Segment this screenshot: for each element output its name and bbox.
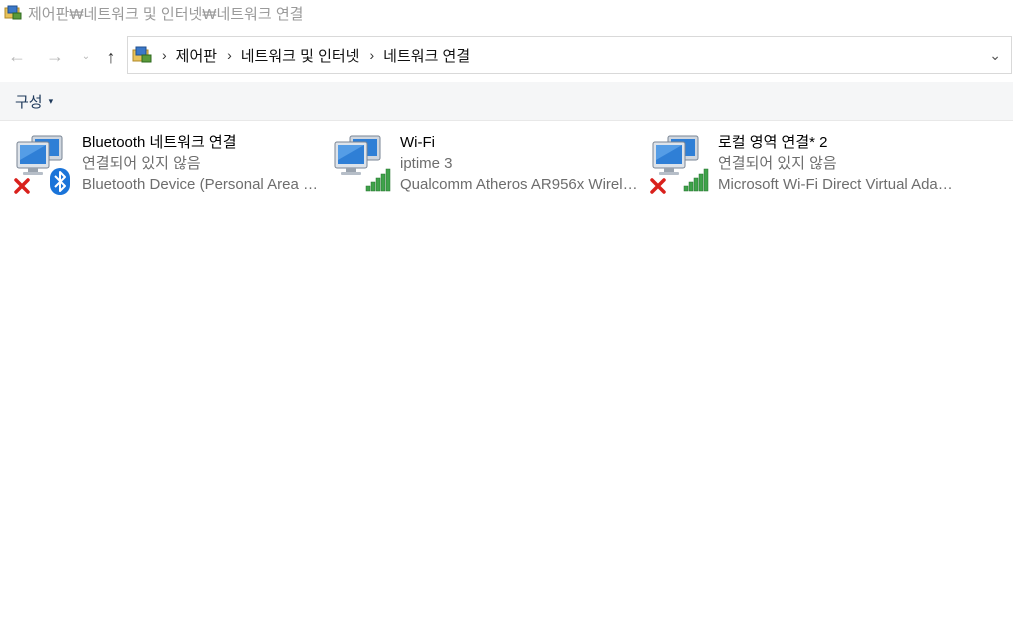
window-title: 제어판₩네트워크 및 인터넷₩네트워크 연결 (28, 5, 304, 23)
navigation-bar: ← → ⌄ ↑ › 제어판 › 네트워크 및 인터넷 › 네트워크 연결 ⌄ (0, 36, 1013, 76)
back-arrow-icon: ← (8, 45, 26, 66)
breadcrumb-separator: › (162, 47, 167, 63)
chevron-down-icon: ⌄ (989, 47, 1001, 63)
organize-menu-button[interactable]: 구성 ▾ (15, 91, 53, 112)
command-bar: 구성 ▾ (0, 82, 1013, 121)
connection-device: Qualcomm Atheros AR956x Wireless Network… (400, 176, 638, 193)
connection-status: 연결되어 있지 않음 (82, 155, 201, 172)
up-arrow-icon: ↑ (106, 46, 116, 67)
bluetooth-icon (50, 168, 70, 195)
signal-strength-icon (683, 168, 709, 192)
connection-name: 로컬 영역 연결* 2 (718, 134, 828, 151)
forward-button[interactable]: → (40, 38, 70, 74)
connection-item-wifi[interactable]: Wi-Fi iptime 3 Qualcomm Atheros AR956x W… (318, 128, 638, 198)
address-bar[interactable]: › 제어판 › 네트워크 및 인터넷 › 네트워크 연결 ⌄ (127, 36, 1012, 74)
breadcrumb-network-and-internet[interactable]: 네트워크 및 인터넷 (241, 45, 360, 66)
connection-status: 연결되어 있지 않음 (718, 155, 837, 172)
address-dropdown-button[interactable]: ⌄ (989, 47, 1001, 64)
title-bar: 제어판₩네트워크 및 인터넷₩네트워크 연결 (0, 0, 1013, 26)
breadcrumb-network-connections[interactable]: 네트워크 연결 (383, 45, 470, 66)
up-button[interactable]: ↑ (96, 39, 126, 75)
connection-name: Bluetooth 네트워크 연결 (82, 134, 237, 151)
connection-item-local-area-2[interactable]: 로컬 영역 연결* 2 연결되어 있지 않음 Microsoft Wi-Fi D… (636, 128, 956, 198)
disconnected-x-icon (650, 178, 666, 194)
caret-down-icon: ▾ (48, 95, 54, 106)
breadcrumb-separator: › (227, 47, 232, 63)
connection-text: Bluetooth 네트워크 연결 연결되어 있지 않음 Bluetooth D… (82, 132, 320, 195)
network-adapter-icon (14, 132, 76, 196)
connection-item-bluetooth[interactable]: Bluetooth 네트워크 연결 연결되어 있지 않음 Bluetooth D… (0, 128, 320, 198)
control-panel-icon (132, 46, 152, 64)
chevron-down-icon: ⌄ (81, 50, 91, 62)
connection-text: 로컬 영역 연결* 2 연결되어 있지 않음 Microsoft Wi-Fi D… (718, 132, 956, 195)
connection-device: Microsoft Wi-Fi Direct Virtual Adapter (718, 176, 956, 193)
signal-strength-icon (365, 168, 391, 192)
breadcrumb-separator: › (369, 47, 375, 63)
organize-label: 구성 (15, 93, 43, 111)
connection-status: iptime 3 (400, 155, 453, 172)
network-adapter-icon (332, 132, 394, 196)
network-connections-window: 제어판₩네트워크 및 인터넷₩네트워크 연결 ← → ⌄ ↑ › 제어판 › 네… (0, 0, 1013, 628)
breadcrumb-control-panel[interactable]: 제어판 (176, 45, 217, 66)
recent-locations-button[interactable]: ⌄ (76, 38, 96, 74)
connection-text: Wi-Fi iptime 3 Qualcomm Atheros AR956x W… (400, 132, 638, 195)
disconnected-x-icon (14, 178, 30, 194)
connection-device: Bluetooth Device (Personal Area Network) (82, 176, 320, 193)
forward-arrow-icon: → (46, 45, 64, 66)
back-button[interactable]: ← (2, 38, 32, 74)
control-panel-icon (4, 5, 22, 21)
connection-name: Wi-Fi (400, 134, 435, 151)
network-adapter-icon (650, 132, 712, 196)
